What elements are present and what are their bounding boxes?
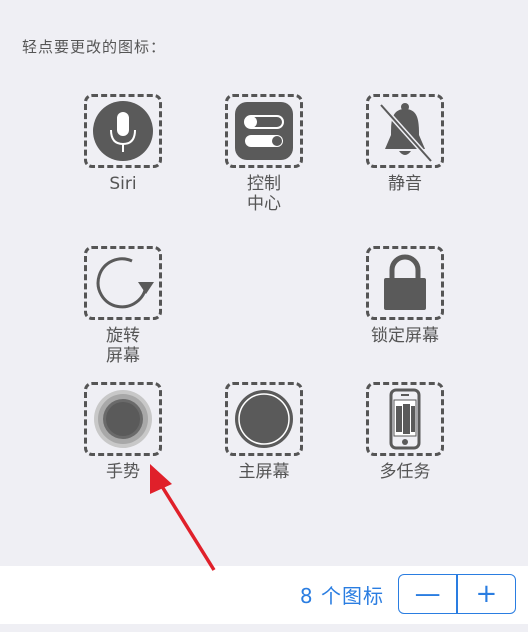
rotate-screen-icon-box[interactable] (84, 246, 162, 320)
home-icon-box[interactable] (225, 382, 303, 456)
mute-label: 静音 (388, 174, 422, 194)
home-icon (235, 390, 293, 448)
multitask-icon (389, 388, 421, 450)
control-center-icon (235, 102, 293, 160)
mute-option[interactable]: 静音 (350, 94, 460, 194)
microphone-icon (93, 101, 153, 161)
mute-bell-icon (379, 103, 433, 163)
control-center-option[interactable]: 控制 中心 (209, 94, 319, 214)
instruction-text: 轻点要更改的图标： (22, 38, 167, 56)
home-label: 主屏幕 (238, 462, 290, 482)
icon-count: 8 个图标 (299, 584, 384, 608)
mute-icon-box[interactable] (366, 94, 444, 168)
increase-button[interactable]: + (458, 575, 515, 613)
siri-icon-box[interactable] (84, 94, 162, 168)
rotate-screen-option[interactable]: 旋转 屏幕 (68, 246, 178, 366)
footer-bar: 8 个图标 — + (0, 566, 528, 624)
control-center-label: 控制 中心 (247, 174, 281, 214)
multitask-option[interactable]: 多任务 (350, 382, 460, 482)
decrease-button[interactable]: — (399, 575, 456, 613)
home-option[interactable]: 主屏幕 (209, 382, 319, 482)
bottom-strip (0, 624, 528, 632)
icon-count-stepper[interactable]: — + (398, 574, 516, 614)
gesture-label: 手势 (106, 462, 140, 482)
gesture-icon (94, 390, 152, 448)
gesture-icon-box[interactable] (84, 382, 162, 456)
siri-option[interactable]: Siri (68, 94, 178, 194)
multitask-label: 多任务 (379, 462, 431, 482)
lock-icon (384, 254, 426, 310)
multitask-icon-box[interactable] (366, 382, 444, 456)
control-center-icon-box[interactable] (225, 94, 303, 168)
lock-screen-icon-box[interactable] (366, 246, 444, 320)
siri-label: Siri (109, 174, 137, 194)
lock-screen-label: 锁定屏幕 (371, 326, 439, 346)
lock-screen-option[interactable]: 锁定屏幕 (350, 246, 460, 346)
rotate-screen-label: 旋转 屏幕 (106, 326, 140, 366)
rotate-icon (96, 257, 154, 309)
gesture-option[interactable]: 手势 (68, 382, 178, 482)
